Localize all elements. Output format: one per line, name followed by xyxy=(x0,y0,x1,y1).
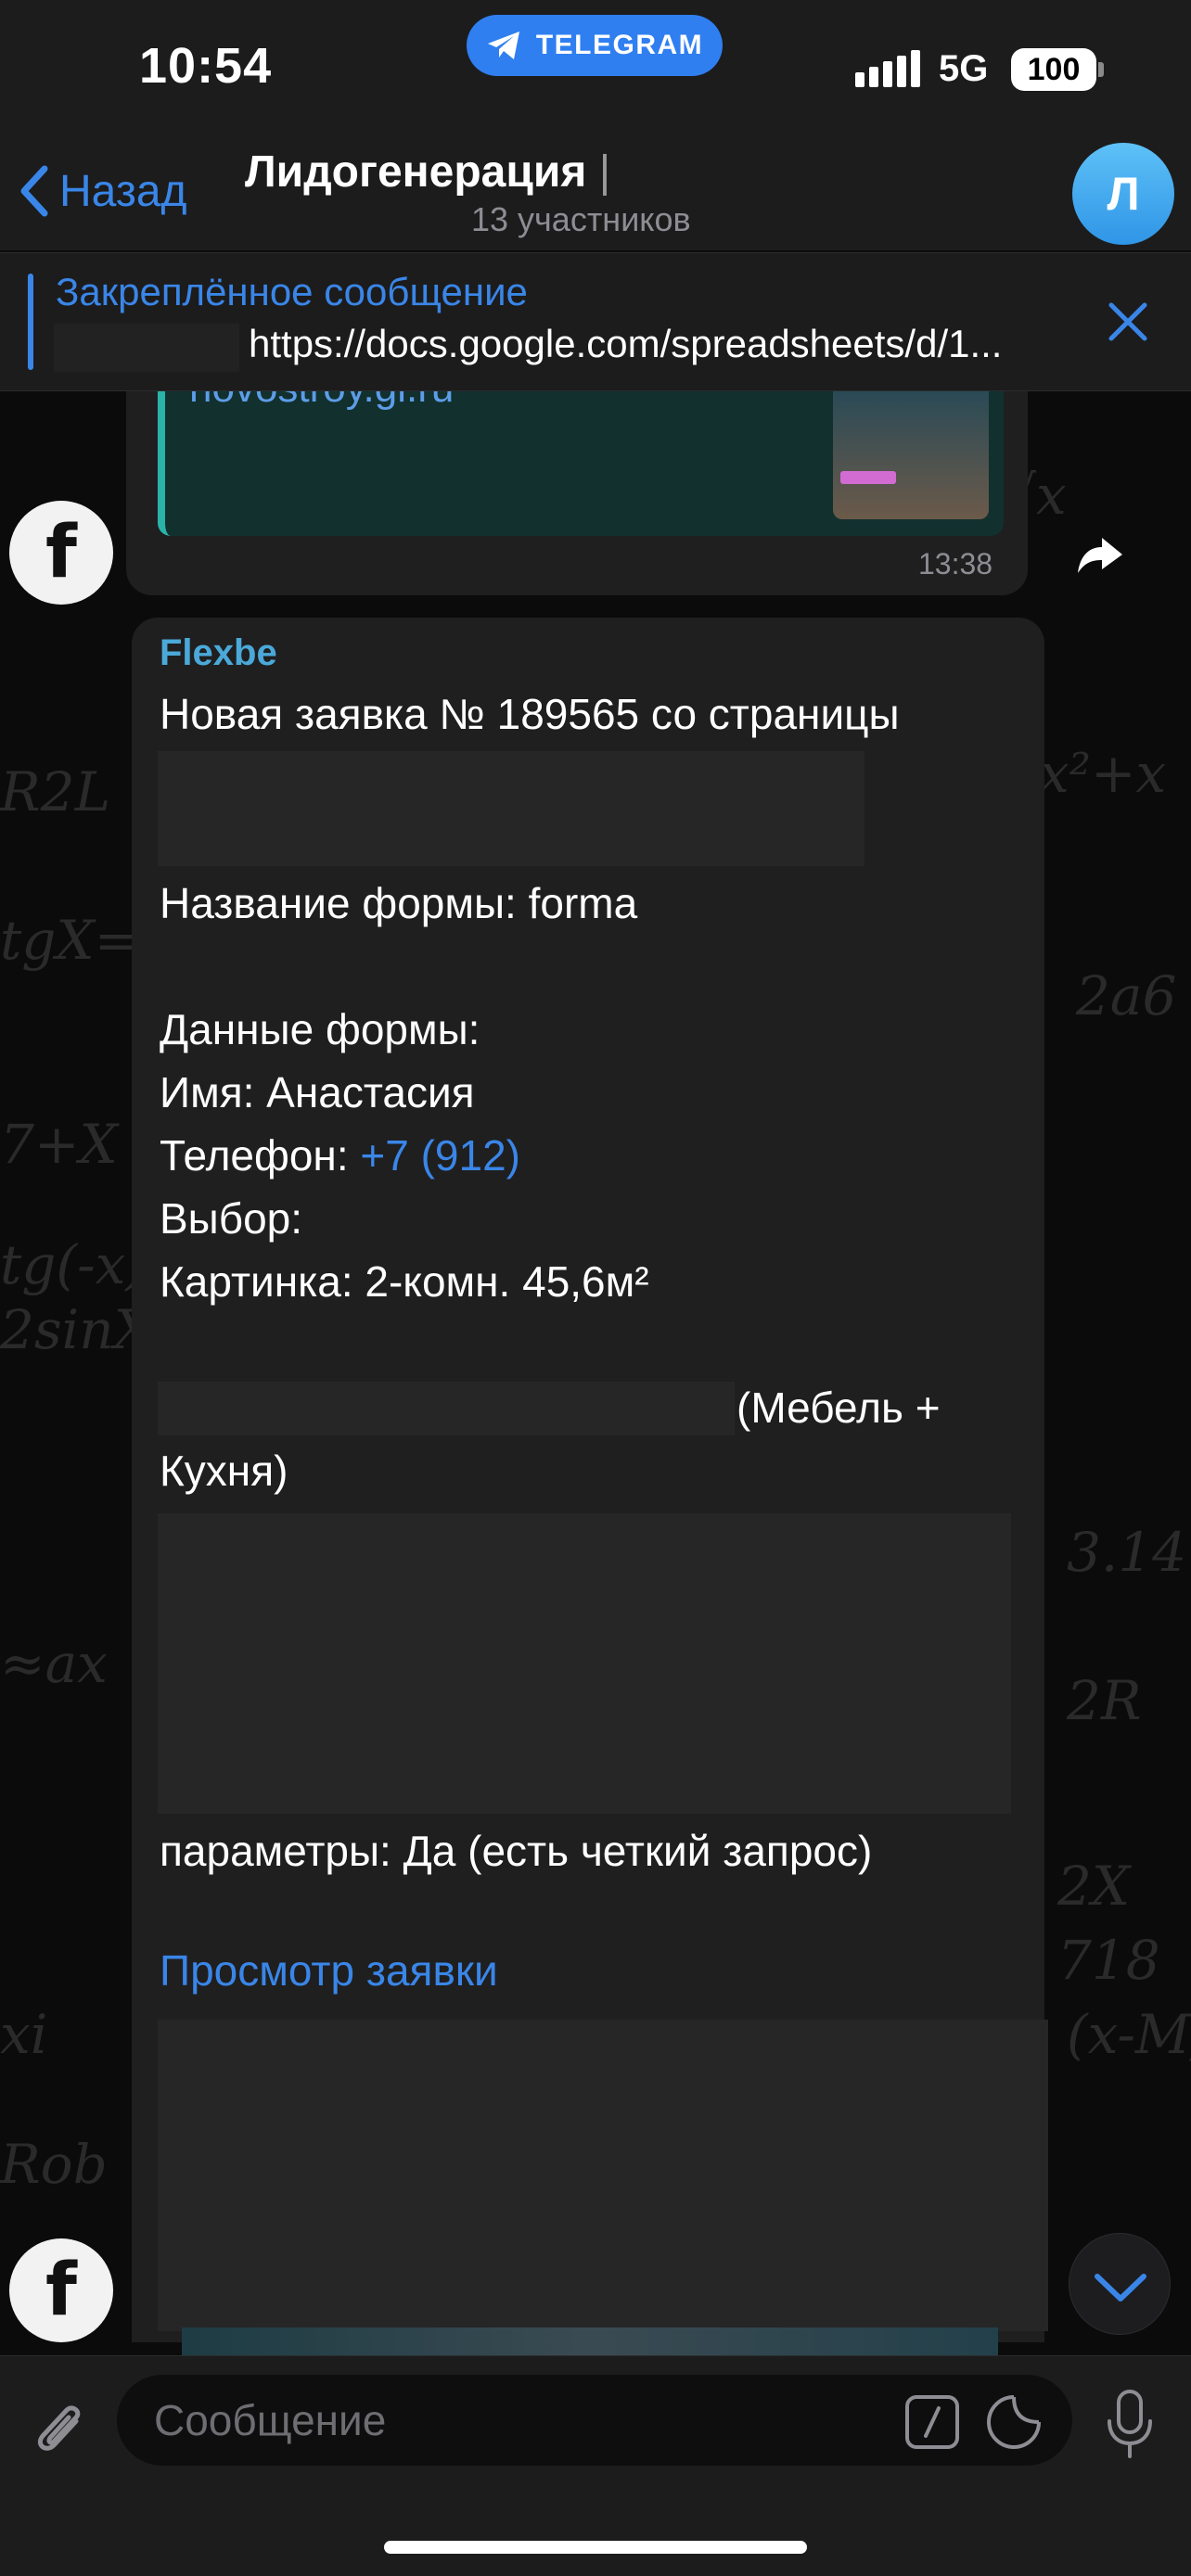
redaction-mask xyxy=(54,324,239,372)
microphone-icon[interactable] xyxy=(1102,2388,1158,2462)
link-preview-card[interactable] xyxy=(182,2327,998,2355)
telegram-plane-icon xyxy=(487,32,519,59)
message-line: Имя: Анастасия xyxy=(160,1068,475,1116)
link-preview-card[interactable]: novostroy.gi.ru xyxy=(158,391,1004,536)
status-bar: 10:54 TELEGRAM 5G 100 xyxy=(0,0,1191,139)
flexbe-favicon-icon[interactable]: f xyxy=(9,2238,113,2342)
chat-avatar[interactable]: Л xyxy=(1072,143,1174,245)
message-line: Кухня) xyxy=(160,1447,288,1495)
pinned-title: Закреплённое сообщение xyxy=(56,270,528,313)
member-count: 13 участников xyxy=(471,200,691,238)
pill-label: TELEGRAM xyxy=(535,30,704,60)
message-time: 13:38 xyxy=(918,547,993,580)
message-line: Название формы: forma xyxy=(160,879,638,927)
preview-thumbnail xyxy=(833,391,989,519)
pinned-indicator xyxy=(28,274,33,370)
redaction-mask xyxy=(158,2020,1048,2331)
redaction-mask xyxy=(640,139,1039,200)
flexbe-favicon-icon[interactable]: f xyxy=(9,501,113,605)
pinned-message-bar[interactable]: Закреплённое сообщение https://docs.goog… xyxy=(0,252,1191,391)
chevron-left-icon xyxy=(20,165,48,217)
message-line: параметры: Да (есть четкий запрос) xyxy=(160,1827,873,1875)
message-line: Выбор: xyxy=(160,1194,303,1243)
battery-icon: 100 xyxy=(1011,48,1096,91)
back-label: Назад xyxy=(59,166,187,216)
sticker-icon[interactable] xyxy=(985,2393,1043,2451)
message-input[interactable] xyxy=(154,2375,877,2466)
pinned-text: https://docs.google.com/spreadsheets/d/1… xyxy=(249,322,1003,365)
share-arrow-icon[interactable] xyxy=(1074,534,1126,579)
back-button[interactable]: Назад xyxy=(17,163,187,219)
scroll-down-button[interactable] xyxy=(1069,2233,1171,2335)
chat-header: Назад Лидогенерация | 13 участников Л xyxy=(0,139,1191,250)
redaction-mask xyxy=(158,751,864,866)
command-icon[interactable] xyxy=(905,2395,959,2449)
redaction-mask xyxy=(158,1382,735,1435)
message-line: (Мебель + xyxy=(736,1384,941,1432)
message-line: Данные формы: xyxy=(160,1005,480,1053)
close-icon[interactable] xyxy=(1104,294,1152,350)
message-field[interactable] xyxy=(117,2375,1072,2466)
network-type: 5G xyxy=(939,48,989,89)
preview-link[interactable]: novostroy.gi.ru xyxy=(189,391,454,412)
sender-name[interactable]: Flexbe xyxy=(160,632,277,674)
clock: 10:54 xyxy=(139,38,273,94)
signal-icon xyxy=(855,50,920,87)
redaction-mask xyxy=(158,1513,1011,1814)
view-request-link[interactable]: Просмотр заявки xyxy=(160,1945,498,1996)
message-line: Телефон: +7 (912) xyxy=(160,1131,521,1180)
chevron-down-icon xyxy=(1095,2274,1146,2302)
home-indicator[interactable] xyxy=(384,2541,807,2554)
paperclip-icon[interactable] xyxy=(28,2393,93,2464)
phone-link[interactable]: +7 (912) xyxy=(360,1131,520,1180)
message-line: Картинка: 2-комн. 45,6м² xyxy=(160,1257,649,1306)
chat-title[interactable]: Лидогенерация | xyxy=(245,147,610,198)
message-line: Новая заявка № 189565 со страницы xyxy=(160,690,900,738)
return-to-telegram-pill[interactable]: TELEGRAM xyxy=(467,15,723,76)
